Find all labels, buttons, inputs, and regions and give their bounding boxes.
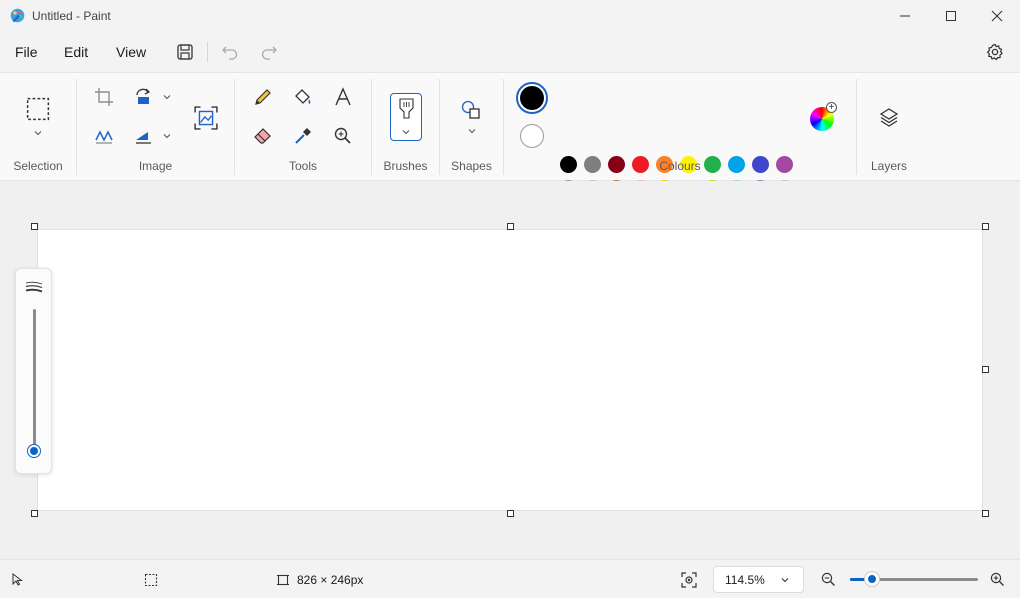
minimize-icon [900,15,910,17]
save-icon [177,44,193,60]
resize-icon [95,130,113,144]
redo-button[interactable] [257,40,281,64]
image-select-button[interactable] [192,104,220,132]
group-label-brushes: Brushes [383,159,428,173]
paint-bucket-icon [295,89,311,104]
maximize-button[interactable] [928,0,974,32]
brush-size-track[interactable] [33,309,36,449]
magnifier-button[interactable] [330,123,356,149]
resize-handle-top[interactable] [507,223,514,230]
undo-icon [222,46,238,60]
zoom-dropdown[interactable]: 114.5% [713,566,804,593]
resize-button[interactable] [91,123,117,149]
window-title: Untitled - Paint [32,9,111,23]
resize-handle-bottom-left[interactable] [31,510,38,517]
edit-colours-button[interactable]: + [810,102,837,131]
group-label-layers: Layers [870,159,908,173]
cursor-position-icon [12,573,23,586]
rotate-button[interactable] [131,84,157,110]
layers-button[interactable] [876,104,902,130]
layers-icon [879,108,899,127]
eyedropper-icon [295,128,311,144]
ribbon: Selection Image Tools Brushes Shapes + C… [0,72,1020,221]
image-select-icon [194,106,218,130]
save-button[interactable] [173,40,197,64]
drawing-canvas[interactable] [37,229,983,511]
chevron-down-icon [402,130,410,135]
shapes-icon [461,100,480,119]
primary-colour-button[interactable] [516,82,548,114]
resize-handle-right[interactable] [982,366,989,373]
fit-to-window-icon[interactable] [681,572,697,588]
zoom-in-icon[interactable] [990,572,1005,587]
maximize-icon [946,11,956,21]
group-label-colours: Colours [659,159,701,173]
brush-icon [399,98,414,119]
crop-button[interactable] [91,84,117,110]
secondary-colour-button[interactable] [520,124,544,148]
resize-handle-top-left[interactable] [31,223,38,230]
chevron-down-icon [781,578,789,583]
group-label-selection: Selection [13,159,63,173]
magnifier-icon [334,127,351,144]
menu-file[interactable]: File [11,42,42,62]
pencil-icon [255,89,271,105]
resize-handle-top-right[interactable] [982,223,989,230]
crop-icon [95,88,113,106]
group-label-tools: Tools [288,159,317,173]
undo-button[interactable] [218,40,242,64]
gear-icon [986,43,1003,61]
rotate-icon [136,88,151,104]
group-label-image: Image [138,159,173,173]
stroke-size-icon [25,281,43,293]
chevron-down-icon[interactable] [33,128,43,138]
rectangle-select-icon [26,97,50,121]
title-bar: Untitled - Paint [0,0,1020,32]
zoom-value: 114.5% [725,573,765,587]
zoom-out-icon[interactable] [821,572,836,587]
pencil-button[interactable] [250,84,276,110]
brushes-button[interactable] [390,93,422,141]
eraser-button[interactable] [250,123,276,149]
canvas-size-icon [277,574,289,586]
brush-size-panel [15,268,52,474]
menu-separator [207,42,208,62]
close-icon [991,10,1003,22]
color-picker-button[interactable] [290,123,316,149]
menu-view[interactable]: View [112,42,150,62]
plus-icon: + [826,102,837,113]
chevron-down-icon[interactable] [162,92,172,102]
canvas-size-text: 826 × 246px [297,573,364,587]
status-bar: 826 × 246px 114.5% [0,559,1020,598]
redo-icon [261,46,277,60]
shapes-button[interactable] [458,97,484,123]
chevron-down-icon[interactable] [467,126,477,136]
zoom-slider-thumb[interactable] [864,572,879,586]
chevron-down-icon[interactable] [162,131,172,141]
close-button[interactable] [974,0,1020,32]
text-icon [335,87,351,106]
selection-tool-button[interactable] [24,95,52,123]
paint-app-icon [10,8,25,23]
flip-icon [136,132,151,144]
flip-button[interactable] [131,123,157,149]
resize-handle-bottom[interactable] [507,510,514,517]
selection-size-icon [144,573,158,587]
brush-size-thumb[interactable] [28,445,40,457]
text-button[interactable] [330,84,356,110]
settings-button[interactable] [983,40,1007,64]
primary-colour-swatch [520,86,544,110]
group-label-shapes: Shapes [451,159,492,173]
menu-bar: File Edit View [0,32,1020,72]
eraser-icon [254,128,271,144]
fill-button[interactable] [290,84,316,110]
resize-handle-bottom-right[interactable] [982,510,989,517]
menu-edit[interactable]: Edit [60,42,92,62]
minimize-button[interactable] [882,0,928,32]
